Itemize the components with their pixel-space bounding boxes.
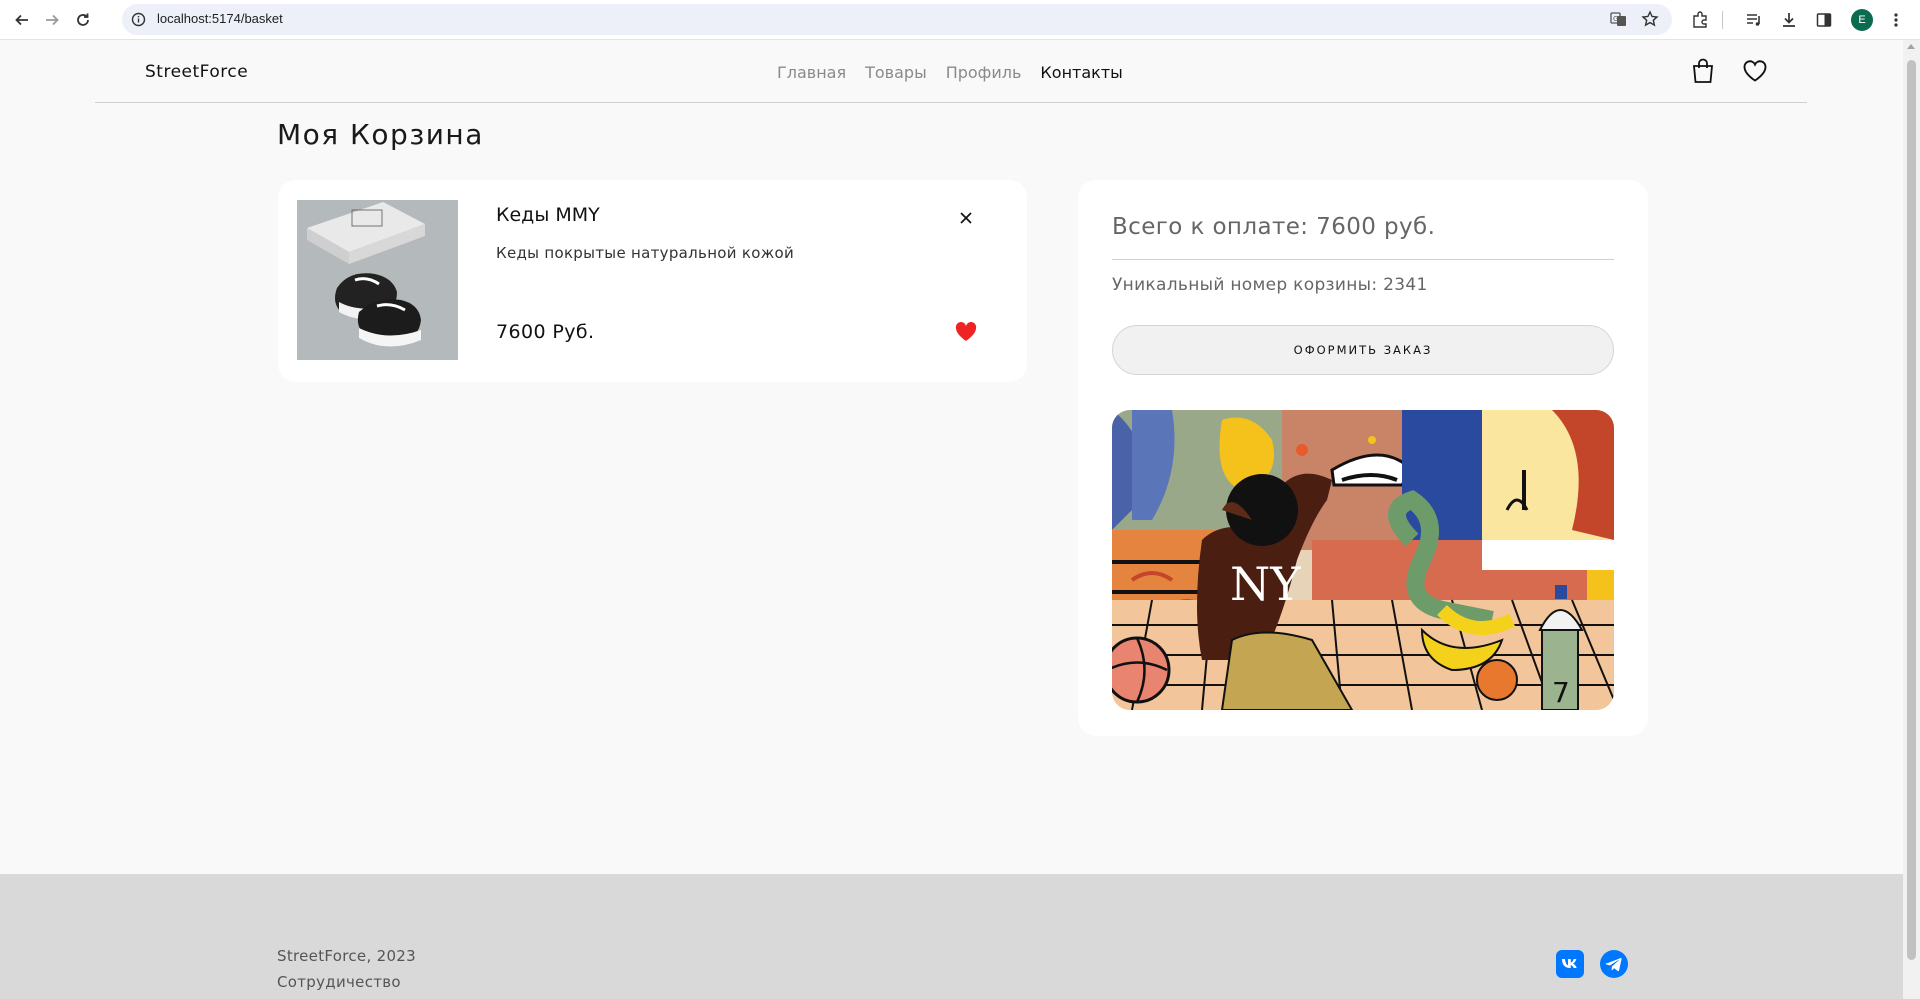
telegram-link[interactable] xyxy=(1600,950,1628,978)
favorite-toggle-button[interactable] xyxy=(955,322,977,346)
sneaker-right xyxy=(357,299,421,347)
translate-icon[interactable]: G xyxy=(1610,11,1627,28)
avatar: E xyxy=(1851,9,1873,31)
playlist-icon xyxy=(1747,14,1760,26)
summary-divider xyxy=(1112,259,1614,260)
footer-copyright: StreetForce, 2023 xyxy=(277,947,416,965)
nav-link-contacts[interactable]: Контакты xyxy=(1040,63,1122,82)
svg-text:G: G xyxy=(1613,15,1618,23)
puzzle-icon xyxy=(1693,11,1707,28)
close-icon xyxy=(960,212,972,224)
promo-illustration: NY 7 xyxy=(1112,410,1614,710)
download-icon xyxy=(1783,13,1795,27)
reload-button[interactable] xyxy=(69,6,97,34)
site-header: StreetForce Главная Товары Профиль Конта… xyxy=(95,40,1807,103)
cart-button[interactable] xyxy=(1691,58,1715,88)
toolbar-separator xyxy=(1722,11,1723,29)
favorites-button[interactable] xyxy=(1742,59,1768,87)
chrome-menu-button[interactable] xyxy=(1882,6,1910,34)
product-description: Кеды покрытые натуральной кожой xyxy=(496,244,795,262)
site-footer: StreetForce, 2023 Сотрудичество xyxy=(0,874,1903,999)
address-bar[interactable]: localhost:5174/basket G xyxy=(122,4,1672,35)
media-button[interactable] xyxy=(1740,6,1768,34)
product-name[interactable]: Кеды MMY xyxy=(496,204,600,226)
nav-link-products[interactable]: Товары xyxy=(865,63,927,82)
shopping-bag-icon xyxy=(1693,58,1713,83)
vk-icon xyxy=(1556,950,1584,978)
telegram-icon xyxy=(1600,950,1628,978)
main-nav: Главная Товары Профиль Контакты xyxy=(777,63,1123,82)
profile-button[interactable]: E xyxy=(1848,6,1876,34)
reload-icon xyxy=(77,13,89,26)
browser-toolbar: localhost:5174/basket G E xyxy=(0,0,1920,40)
page-scrollbar[interactable] xyxy=(1903,40,1920,999)
nav-link-home[interactable]: Главная xyxy=(777,63,846,82)
url-text: localhost:5174/basket xyxy=(157,11,283,26)
sneaker-shop-illustration: NY 7 xyxy=(1112,410,1614,710)
spray-can-number: 7 xyxy=(1552,676,1570,709)
order-summary-card: Всего к оплате: 7600 руб. Уникальный ном… xyxy=(1078,180,1648,736)
checkout-button[interactable]: ОФОРМИТЬ ЗАКАЗ xyxy=(1112,325,1614,375)
footer-cooperation-link[interactable]: Сотрудичество xyxy=(277,973,401,991)
extensions-button[interactable] xyxy=(1686,6,1714,34)
arrow-right-icon xyxy=(46,14,59,26)
vk-link[interactable] xyxy=(1556,950,1584,978)
kebab-menu-icon xyxy=(1894,13,1898,27)
info-icon[interactable] xyxy=(131,12,146,27)
side-panel-button[interactable] xyxy=(1810,6,1838,34)
downloads-button[interactable] xyxy=(1775,6,1803,34)
total-amount: Всего к оплате: 7600 руб. xyxy=(1112,214,1436,240)
cart-item-card: Кеды MMY Кеды покрытые натуральной кожой… xyxy=(278,180,1027,382)
heart-outline-icon xyxy=(1743,60,1767,82)
cart-number: Уникальный номер корзины: 2341 xyxy=(1112,275,1428,295)
remove-item-button[interactable] xyxy=(956,208,976,228)
bookmark-star-icon[interactable] xyxy=(1641,10,1659,28)
arrow-left-icon xyxy=(15,14,28,26)
ny-logo-text: NY xyxy=(1230,557,1301,611)
page-title: Моя Корзина xyxy=(277,118,484,151)
forward-button[interactable] xyxy=(38,6,66,34)
site-logo[interactable]: StreetForce xyxy=(145,62,248,82)
nav-link-profile[interactable]: Профиль xyxy=(946,63,1022,82)
product-image[interactable] xyxy=(297,200,458,360)
heart-filled-icon xyxy=(955,322,977,341)
scroll-thumb[interactable] xyxy=(1907,60,1916,960)
back-button[interactable] xyxy=(8,6,36,34)
side-panel-icon xyxy=(1816,13,1832,27)
scroll-up-arrow-icon[interactable] xyxy=(1907,44,1915,49)
sneakers-photo xyxy=(297,200,458,360)
product-price: 7600 Руб. xyxy=(496,321,595,343)
